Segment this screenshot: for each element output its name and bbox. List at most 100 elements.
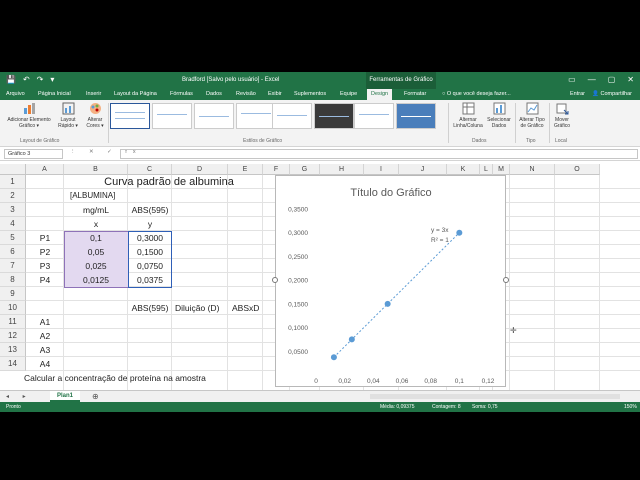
cell-a6[interactable]: P3: [26, 259, 64, 273]
cell-b4[interactable]: 0,1: [64, 231, 128, 245]
change-colors-button[interactable]: Alterar Cores ▾: [84, 102, 106, 129]
cell-a14[interactable]: Calcular a concentração de proteína na a…: [24, 371, 206, 385]
column-header-n[interactable]: N: [510, 164, 555, 175]
column-header-d[interactable]: D: [172, 164, 228, 175]
row-header-14[interactable]: 14: [0, 357, 26, 371]
column-header-a[interactable]: A: [26, 164, 64, 175]
sheet-tab-plan1[interactable]: Plan1: [50, 391, 80, 402]
row-header-13[interactable]: 13: [0, 343, 26, 357]
quick-layout-button[interactable]: Layout Rápido ▾: [56, 102, 80, 129]
row-header-7[interactable]: 7: [0, 259, 26, 273]
sheet-nav-arrows[interactable]: ◂ ▸: [6, 393, 32, 400]
chart-style-6[interactable]: [314, 103, 354, 129]
cell-b2-label[interactable]: [ALBUMINA]: [70, 189, 115, 203]
tab-dados[interactable]: Dados: [206, 91, 222, 97]
column-header-e[interactable]: E: [228, 164, 263, 175]
chart-style-1[interactable]: [110, 103, 150, 129]
cell-d9[interactable]: Diluição (D): [175, 301, 219, 315]
chart-resize-handle-right[interactable]: [503, 277, 509, 283]
tab-equipe[interactable]: Equipe: [340, 91, 357, 97]
row-header-9[interactable]: 9: [0, 287, 26, 301]
cell-c2[interactable]: ABS(595): [128, 203, 172, 217]
cell-b5[interactable]: 0,05: [64, 245, 128, 259]
change-chart-type-button[interactable]: Alterar Tipo de Gráfico: [517, 102, 547, 129]
column-header-f[interactable]: F: [263, 164, 290, 175]
chart-style-3[interactable]: [194, 103, 234, 129]
trendline-equation[interactable]: y = 3x: [431, 227, 449, 234]
chart-resize-handle-left[interactable]: [272, 277, 278, 283]
cell-e9[interactable]: ABSxD: [232, 301, 259, 315]
trendline-r-squared[interactable]: R² = 1: [431, 237, 449, 244]
chart-style-7[interactable]: [354, 103, 394, 129]
tab-inserir[interactable]: Inserir: [86, 91, 101, 97]
tab-formatar[interactable]: Formatar: [404, 91, 426, 97]
cell-a11[interactable]: A2: [26, 329, 64, 343]
select-all-corner[interactable]: [0, 164, 26, 175]
row-header-8[interactable]: 8: [0, 273, 26, 287]
undo-icon[interactable]: ↶: [23, 75, 30, 84]
column-header-i[interactable]: I: [364, 164, 399, 175]
tab-design[interactable]: Design: [367, 89, 393, 100]
column-header-j[interactable]: J: [399, 164, 447, 175]
row-header-12[interactable]: 12: [0, 329, 26, 343]
add-sheet-icon[interactable]: ⊕: [92, 392, 99, 401]
cell-b2-unit[interactable]: mg/mL: [64, 203, 128, 217]
row-header-1[interactable]: 1: [0, 175, 26, 189]
cell-c4[interactable]: 0,3000: [128, 231, 172, 245]
cell-c9[interactable]: ABS(595): [128, 301, 172, 315]
row-header-11[interactable]: 11: [0, 315, 26, 329]
tab-pagina-inicial[interactable]: Página Inicial: [38, 91, 71, 97]
add-chart-element-button[interactable]: Adicionar Elemento Gráfico ▾: [6, 102, 52, 129]
save-icon[interactable]: 💾: [6, 75, 16, 84]
chart-style-5[interactable]: [272, 103, 312, 129]
row-header-3[interactable]: 3: [0, 203, 26, 217]
maximize-icon[interactable]: ▢: [608, 75, 616, 84]
cell-a5[interactable]: P2: [26, 245, 64, 259]
tab-revisao[interactable]: Revisão: [236, 91, 256, 97]
cell-title[interactable]: Curva padrão de albumina: [64, 175, 274, 189]
ribbon-display-icon[interactable]: ▭: [568, 75, 576, 84]
tab-formulas[interactable]: Fórmulas: [170, 91, 193, 97]
cell-b7[interactable]: 0,0125: [64, 273, 128, 287]
cell-b3[interactable]: x: [64, 217, 128, 231]
formula-input[interactable]: [120, 149, 638, 159]
column-header-m[interactable]: M: [493, 164, 510, 175]
sign-in-link[interactable]: Entrar: [570, 91, 585, 97]
data-point[interactable]: [348, 336, 355, 343]
tab-suplementos[interactable]: Suplementos: [294, 91, 326, 97]
column-header-b[interactable]: B: [64, 164, 128, 175]
row-header-5[interactable]: 5: [0, 231, 26, 245]
cell-b6[interactable]: 0,025: [64, 259, 128, 273]
customize-qat-icon[interactable]: ▾: [50, 75, 54, 84]
select-data-button[interactable]: Selecionar Dados: [485, 102, 513, 129]
column-header-k[interactable]: K: [447, 164, 480, 175]
column-header-g[interactable]: G: [290, 164, 320, 175]
cell-a10[interactable]: A1: [26, 315, 64, 329]
tell-me-search[interactable]: ○ O que você deseja fazer...: [442, 91, 511, 97]
row-header-4[interactable]: 4: [0, 217, 26, 231]
share-button[interactable]: 👤 Compartilhar: [592, 91, 632, 97]
horizontal-scrollbar[interactable]: [370, 394, 620, 399]
chart-style-4[interactable]: [236, 103, 276, 129]
close-icon[interactable]: ✕: [627, 75, 634, 84]
switch-row-column-button[interactable]: Alternar Linha/Coluna: [451, 102, 485, 129]
data-point[interactable]: [456, 229, 463, 236]
name-box[interactable]: Gráfico 3: [4, 149, 63, 159]
data-point[interactable]: [384, 300, 391, 307]
cell-a7[interactable]: P4: [26, 273, 64, 287]
redo-icon[interactable]: ↷: [37, 75, 44, 84]
cell-a4[interactable]: P1: [26, 231, 64, 245]
column-header-c[interactable]: C: [128, 164, 172, 175]
column-header-l[interactable]: L: [480, 164, 493, 175]
tab-exibir[interactable]: Exibir: [268, 91, 282, 97]
row-header-6[interactable]: 6: [0, 245, 26, 259]
cell-c7[interactable]: 0,0375: [128, 273, 172, 287]
chart-elements-button[interactable]: ✛: [510, 326, 517, 335]
cell-c5[interactable]: 0,1500: [128, 245, 172, 259]
data-point[interactable]: [330, 354, 337, 361]
row-header-2[interactable]: 2: [0, 189, 26, 203]
row-header-10[interactable]: 10: [0, 301, 26, 315]
move-chart-button[interactable]: Mover Gráfico: [551, 102, 573, 129]
chart-style-2[interactable]: [152, 103, 192, 129]
chart-style-8[interactable]: [396, 103, 436, 129]
